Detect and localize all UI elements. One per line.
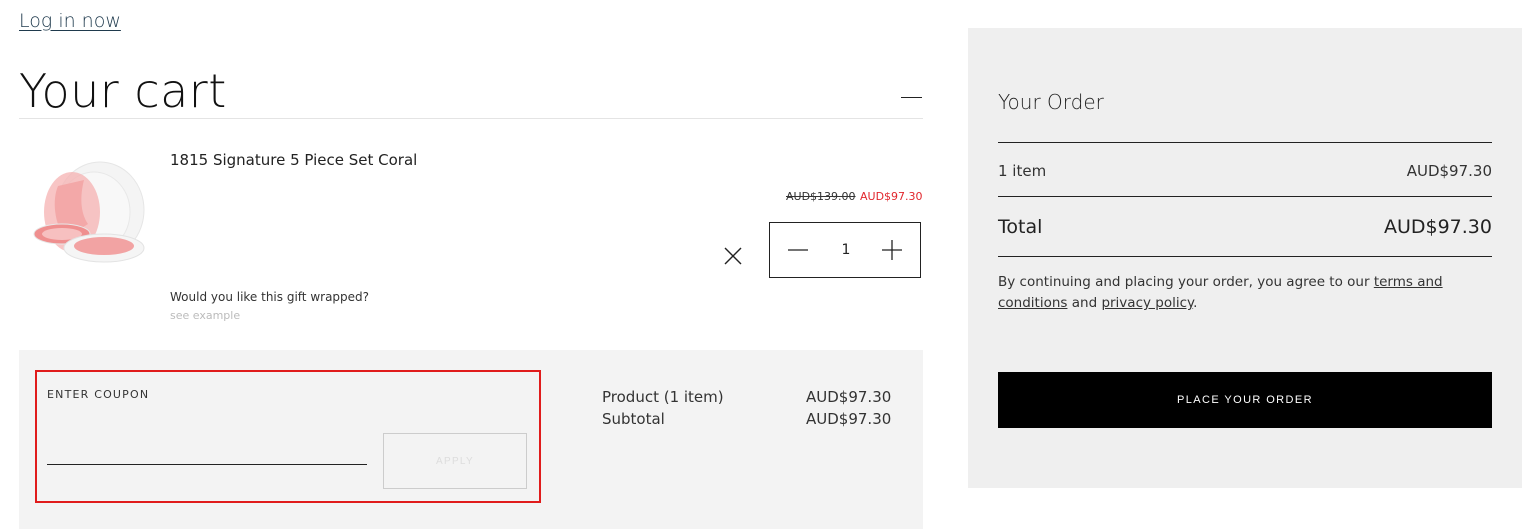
plus-icon[interactable] — [880, 238, 904, 262]
product-count-label: Product (1 item) — [602, 388, 724, 406]
page-title: Your cart — [19, 64, 227, 118]
subtotal-label: Subtotal — [602, 410, 665, 428]
subtotal-value: AUD$97.30 — [806, 410, 892, 428]
product-total-value: AUD$97.30 — [806, 388, 892, 406]
agreement-suffix: . — [1193, 295, 1198, 311]
gift-example-link[interactable]: see example — [170, 309, 240, 322]
gift-wrap-question: Would you like this gift wrapped? — [170, 290, 370, 304]
agreement-and: and — [1067, 295, 1102, 311]
items-value: AUD$97.30 — [1406, 162, 1492, 180]
divider — [998, 142, 1492, 143]
divider — [19, 118, 923, 119]
remove-item-icon[interactable] — [722, 245, 744, 267]
login-link[interactable]: Log in now — [19, 10, 121, 32]
agreement-text: By continuing and placing your order, yo… — [998, 272, 1492, 314]
quantity-value: 1 — [841, 242, 851, 258]
divider — [998, 196, 1492, 197]
sale-price: AUD$97.30 — [860, 190, 923, 203]
order-title: Your Order — [998, 90, 1104, 114]
collapse-icon[interactable] — [901, 97, 922, 98]
coupon-label: ENTER COUPON — [47, 388, 150, 401]
agreement-prefix: By continuing and placing your order, yo… — [998, 274, 1374, 290]
place-order-button[interactable]: PLACE YOUR ORDER — [998, 372, 1492, 428]
total-label: Total — [998, 216, 1043, 238]
divider — [998, 256, 1492, 257]
items-count-label: 1 item — [998, 162, 1047, 180]
privacy-link[interactable]: privacy policy — [1101, 295, 1193, 311]
product-image[interactable] — [22, 150, 147, 280]
minus-icon[interactable] — [786, 238, 810, 262]
quantity-stepper: 1 — [769, 222, 921, 278]
original-price: AUD$139.00 — [786, 190, 856, 203]
total-value: AUD$97.30 — [1383, 216, 1492, 238]
coupon-input[interactable] — [47, 430, 367, 465]
apply-coupon-button[interactable]: APPLY — [383, 433, 527, 489]
product-name[interactable]: 1815 Signature 5 Piece Set Coral — [170, 151, 417, 169]
